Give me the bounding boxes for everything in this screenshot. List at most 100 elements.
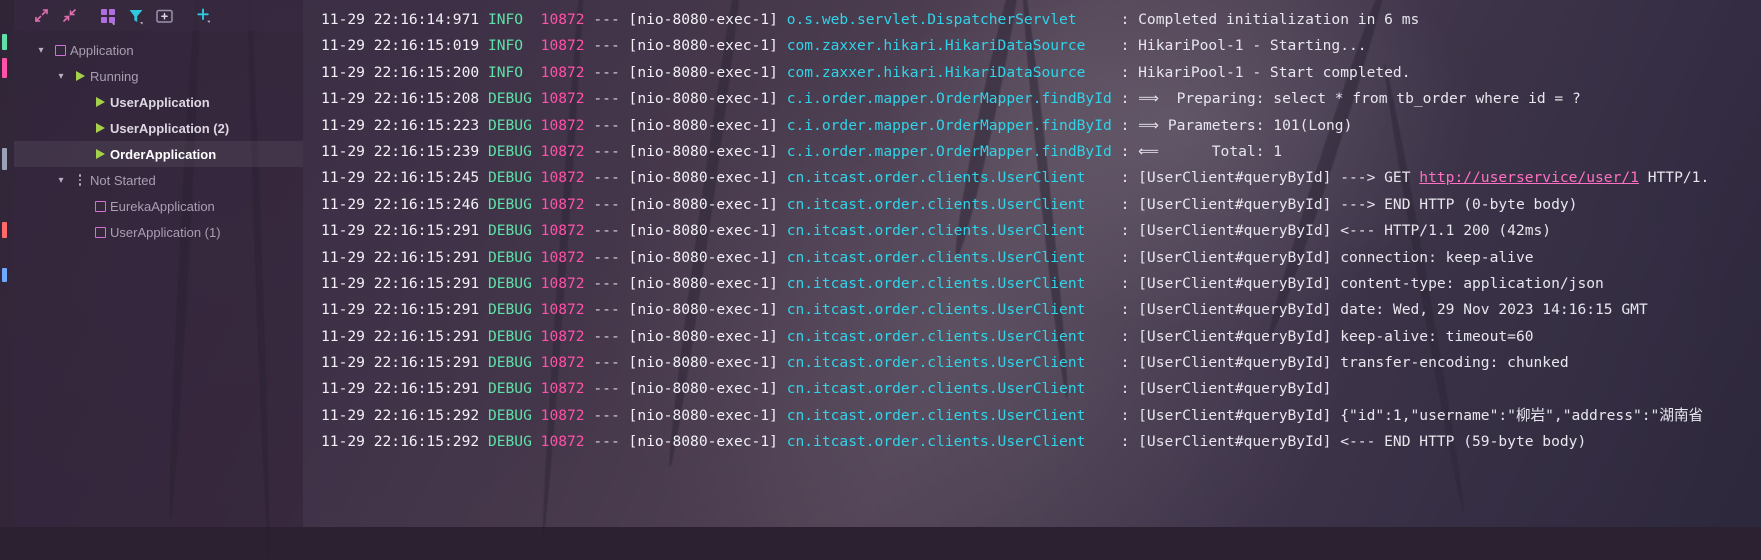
log-level: DEBUG xyxy=(488,143,541,160)
log-level: DEBUG xyxy=(488,328,541,345)
collapse-all-glyph xyxy=(61,7,78,24)
log-pid: 10872 xyxy=(541,196,585,213)
chevron-down-icon[interactable]: ▾ xyxy=(52,175,70,186)
log-logger-name: cn.itcast.order.clients.UserClient xyxy=(787,354,1121,371)
log-message: : [UserClient#queryById] {"id":1,"userna… xyxy=(1121,407,1704,424)
collapse-all-icon[interactable] xyxy=(56,4,82,28)
chevron-down-icon[interactable]: ▾ xyxy=(32,45,50,56)
log-separator: --- xyxy=(585,275,629,292)
tree-item-userapplication-2[interactable]: UserApplication (2) xyxy=(14,115,303,141)
log-logger-name: com.zaxxer.hikari.HikariDataSource xyxy=(787,64,1121,81)
services-tree[interactable]: ▾ Application ▾ Running UserApplication … xyxy=(14,31,303,527)
log-pid: 10872 xyxy=(541,249,585,266)
log-thread: [nio-8080-exec-1] xyxy=(629,196,787,213)
log-logger-name: cn.itcast.order.clients.UserClient xyxy=(787,222,1121,239)
tree-item-userapplication[interactable]: UserApplication xyxy=(14,89,303,115)
log-message: : HikariPool-1 - Starting... xyxy=(1121,37,1367,54)
log-timestamp: 11-29 22:16:15:292 xyxy=(321,407,488,424)
log-timestamp: 11-29 22:16:15:291 xyxy=(321,222,488,239)
console-log-line: 11-29 22:16:15:246 DEBUG 10872 --- [nio-… xyxy=(303,192,1761,218)
add-service-icon[interactable] xyxy=(190,4,216,28)
square-icon xyxy=(50,45,70,56)
log-message: : [UserClient#queryById] content-type: a… xyxy=(1121,275,1604,292)
log-logger-name: cn.itcast.order.clients.UserClient xyxy=(787,169,1121,186)
console-lines-container: 11-29 22:16:14:971 INFO 10872 --- [nio-8… xyxy=(303,0,1761,456)
log-thread: [nio-8080-exec-1] xyxy=(629,301,787,318)
log-timestamp: 11-29 22:16:15:223 xyxy=(321,117,488,134)
play-icon xyxy=(90,149,110,159)
log-message: : HikariPool-1 - Start completed. xyxy=(1121,64,1411,81)
log-logger-name: c.i.order.mapper.OrderMapper.findById xyxy=(787,143,1121,160)
group-by-icon[interactable] xyxy=(95,4,121,28)
tree-item-eurekaapplication[interactable]: EurekaApplication xyxy=(14,193,303,219)
log-message: : [UserClient#queryById] ---> END HTTP (… xyxy=(1121,196,1578,213)
log-level: DEBUG xyxy=(488,169,541,186)
log-logger-name: cn.itcast.order.clients.UserClient xyxy=(787,407,1121,424)
square-icon xyxy=(90,227,110,238)
log-pid: 10872 xyxy=(541,143,585,160)
expand-all-icon[interactable] xyxy=(28,4,54,28)
log-separator: --- xyxy=(585,380,629,397)
log-separator: --- xyxy=(585,354,629,371)
log-thread: [nio-8080-exec-1] xyxy=(629,64,787,81)
add-to-group-icon[interactable] xyxy=(151,4,177,28)
tree-item-userapplication-1[interactable]: UserApplication (1) xyxy=(14,219,303,245)
log-logger-name: cn.itcast.order.clients.UserClient xyxy=(787,249,1121,266)
console-log-line: 11-29 22:16:15:239 DEBUG 10872 --- [nio-… xyxy=(303,139,1761,165)
add-to-group-glyph xyxy=(155,7,174,25)
more-dots-icon xyxy=(70,174,90,186)
console-log-line: 11-29 22:16:15:223 DEBUG 10872 --- [nio-… xyxy=(303,113,1761,139)
editor-gutter-strip[interactable] xyxy=(0,0,14,527)
tree-item-orderapplication[interactable]: OrderApplication xyxy=(14,141,303,167)
log-separator: --- xyxy=(585,407,629,424)
log-logger-name: c.i.order.mapper.OrderMapper.findById xyxy=(787,117,1121,134)
console-log-line: 11-29 22:16:15:019 INFO 10872 --- [nio-8… xyxy=(303,33,1761,59)
log-separator: --- xyxy=(585,169,629,186)
log-separator: --- xyxy=(585,64,629,81)
tree-item-running[interactable]: ▾ Running xyxy=(14,63,303,89)
log-message: : [UserClient#queryById] transfer-encodi… xyxy=(1121,354,1569,371)
log-logger-name: cn.itcast.order.clients.UserClient xyxy=(787,275,1121,292)
console-log-line: 11-29 22:16:15:200 INFO 10872 --- [nio-8… xyxy=(303,60,1761,86)
log-timestamp: 11-29 22:16:15:019 xyxy=(321,37,488,54)
log-timestamp: 11-29 22:16:15:291 xyxy=(321,354,488,371)
log-timestamp: 11-29 22:16:15:291 xyxy=(321,328,488,345)
log-level: INFO xyxy=(488,37,541,54)
log-thread: [nio-8080-exec-1] xyxy=(629,90,787,107)
log-timestamp: 11-29 22:16:14:971 xyxy=(321,11,488,28)
log-timestamp: 11-29 22:16:15:291 xyxy=(321,301,488,318)
log-level: DEBUG xyxy=(488,354,541,371)
log-pid: 10872 xyxy=(541,222,585,239)
log-hyperlink[interactable]: http://userservice/user/1 xyxy=(1419,169,1639,186)
log-logger-name: o.s.web.servlet.DispatcherServlet xyxy=(787,11,1121,28)
log-timestamp: 11-29 22:16:15:245 xyxy=(321,169,488,186)
group-by-glyph xyxy=(99,7,117,25)
log-separator: --- xyxy=(585,433,629,450)
log-level: DEBUG xyxy=(488,380,541,397)
run-console-output[interactable]: 11-29 22:16:14:971 INFO 10872 --- [nio-8… xyxy=(303,0,1761,527)
log-level: INFO xyxy=(488,11,541,28)
log-level: INFO xyxy=(488,64,541,81)
log-logger-name: cn.itcast.order.clients.UserClient xyxy=(787,301,1121,318)
console-log-line: 11-29 22:16:15:245 DEBUG 10872 --- [nio-… xyxy=(303,165,1761,191)
console-log-line: 11-29 22:16:15:291 DEBUG 10872 --- [nio-… xyxy=(303,271,1761,297)
log-timestamp: 11-29 22:16:15:291 xyxy=(321,275,488,292)
tree-item-not-started[interactable]: ▾ Not Started xyxy=(14,167,303,193)
tree-item-label: Running xyxy=(90,69,138,84)
gutter-marker xyxy=(2,148,7,170)
log-pid: 10872 xyxy=(541,169,585,186)
log-thread: [nio-8080-exec-1] xyxy=(629,433,787,450)
tree-item-label: UserApplication (1) xyxy=(110,225,221,240)
square-icon xyxy=(90,201,110,212)
gutter-marker xyxy=(2,222,7,238)
log-thread: [nio-8080-exec-1] xyxy=(629,407,787,424)
console-log-line: 11-29 22:16:15:291 DEBUG 10872 --- [nio-… xyxy=(303,297,1761,323)
log-thread: [nio-8080-exec-1] xyxy=(629,354,787,371)
log-thread: [nio-8080-exec-1] xyxy=(629,380,787,397)
chevron-down-icon[interactable]: ▾ xyxy=(52,71,70,82)
tree-item-application[interactable]: ▾ Application xyxy=(14,37,303,63)
console-log-line: 11-29 22:16:15:291 DEBUG 10872 --- [nio-… xyxy=(303,218,1761,244)
log-thread: [nio-8080-exec-1] xyxy=(629,249,787,266)
plus-glyph xyxy=(194,6,213,25)
filter-icon[interactable] xyxy=(123,4,149,28)
